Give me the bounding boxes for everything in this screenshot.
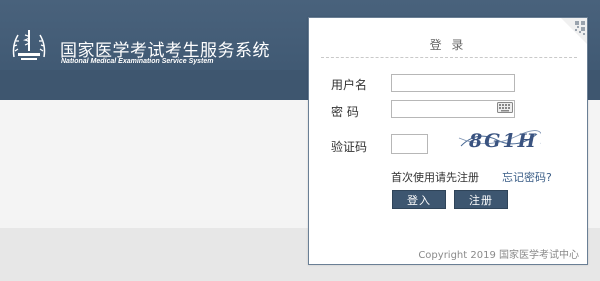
keyboard-icon[interactable]: [497, 102, 513, 113]
login-title: 登 录: [429, 38, 467, 52]
captcha-image[interactable]: 8G1H: [457, 124, 541, 154]
password-label: 密 码: [331, 105, 359, 119]
medical-emblem-logo: [12, 30, 46, 60]
login-panel: 登 录 用户名 密 码 验证码 8G1H 首次使用请先注册 忘记密码? 登入 注…: [308, 17, 588, 265]
captcha-label: 验证码: [331, 140, 368, 154]
register-button[interactable]: 注册: [454, 190, 508, 209]
username-label: 用户名: [331, 78, 368, 92]
forgot-password-link[interactable]: 忘记密码?: [502, 169, 552, 185]
title-divider: [321, 57, 577, 58]
login-button[interactable]: 登入: [392, 190, 446, 209]
captcha-input[interactable]: [391, 134, 428, 154]
first-use-register-link[interactable]: 首次使用请先注册: [391, 169, 479, 185]
system-subtitle: National Medical Examination Service Sys…: [61, 58, 214, 65]
username-input[interactable]: [391, 74, 515, 92]
copyright-text: Copyright 2019 国家医学考试中心: [418, 250, 579, 261]
captcha-text: 8G1H: [468, 130, 538, 152]
